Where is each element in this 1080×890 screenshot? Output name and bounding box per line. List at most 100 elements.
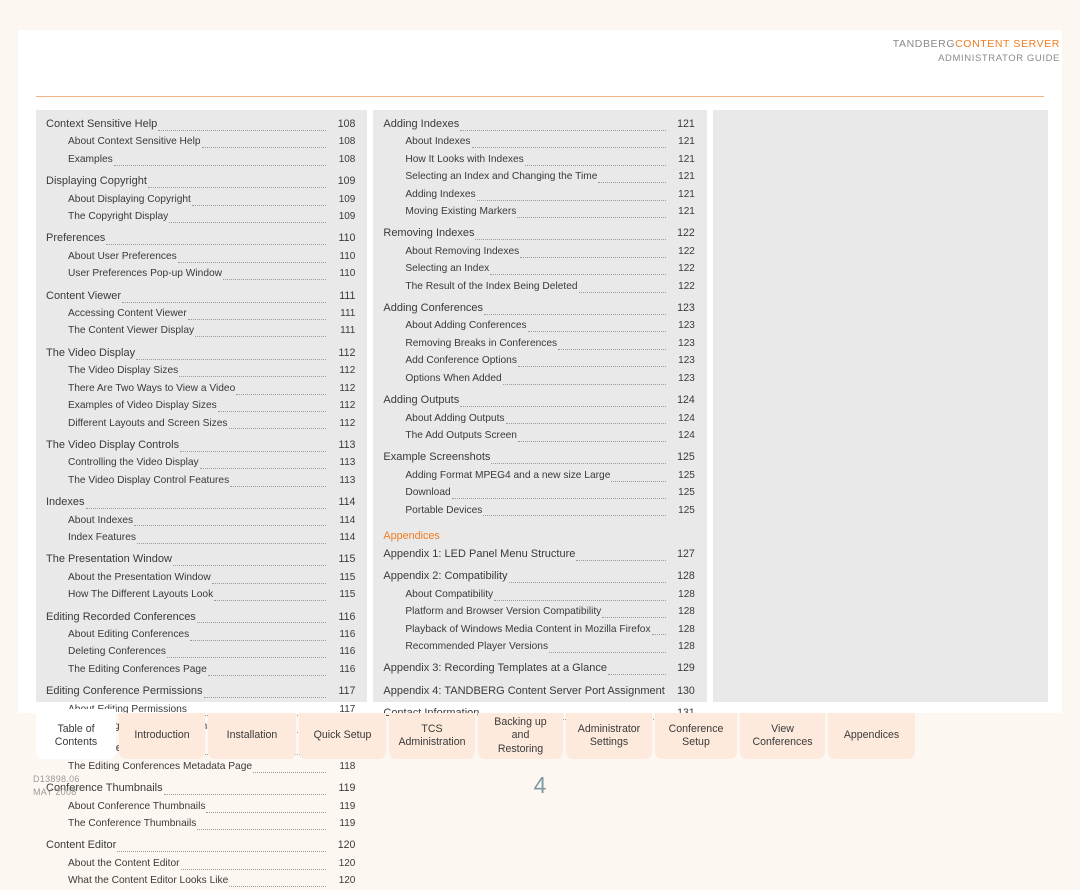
toc-entry[interactable]: Adding Indexes 121 [383, 116, 695, 133]
toc-leader-dots [201, 146, 327, 149]
toc-entry[interactable]: Examples of Video Display Sizes 112 [46, 397, 355, 414]
tab-conference-setup[interactable]: Conference Setup [655, 713, 737, 759]
toc-entry[interactable]: The Editing Conferences Page 116 [46, 661, 355, 678]
toc-entry[interactable]: About Removing Indexes 122 [383, 243, 695, 260]
toc-entry[interactable]: About Editing Conferences 116 [46, 626, 355, 643]
toc-entry[interactable]: Index Features 114 [46, 529, 355, 546]
toc-entry[interactable]: Removing Breaks in Conferences 123 [383, 335, 695, 352]
toc-entry-title: About User Preferences [68, 250, 177, 262]
toc-entry[interactable]: About Compatibility 128 [383, 586, 695, 603]
toc-entry[interactable]: The Add Outputs Screen 124 [383, 427, 695, 444]
toc-entry-title: Content Viewer [46, 289, 122, 302]
toc-entry[interactable]: The Copyright Display 109 [46, 208, 355, 225]
toc-leader-dots [476, 199, 666, 201]
toc-entry[interactable]: Preferences 110 [46, 230, 355, 247]
toc-entry[interactable]: The Video Display Controls 113 [46, 437, 355, 454]
toc-entry[interactable]: Context Sensitive Help 108 [46, 116, 355, 133]
toc-entry[interactable]: Add Conference Options 123 [383, 352, 695, 369]
tab-label: View Conferences [752, 722, 813, 749]
toc-entry[interactable]: User Preferences Pop-up Window 110 [46, 265, 355, 282]
toc-entry-page: 112 [339, 365, 356, 377]
toc-entry[interactable]: Appendix 3: Recording Templates at a Gla… [383, 660, 695, 677]
toc-entry[interactable]: Options When Added 123 [383, 370, 695, 387]
toc-entry[interactable]: How The Different Layouts Look 115 [46, 586, 355, 603]
toc-entry[interactable]: About Indexes 114 [46, 512, 355, 529]
toc-entry[interactable]: How It Looks with Indexes 121 [383, 151, 695, 168]
tab-administrator-settings[interactable]: Administrator Settings [566, 713, 652, 759]
toc-entry[interactable]: Adding Format MPEG4 and a new size Large… [383, 467, 695, 484]
toc-entry[interactable]: Selecting an Index and Changing the Time… [383, 168, 695, 185]
toc-leader-dots [483, 514, 666, 517]
toc-entry[interactable]: Appendix 1: LED Panel Menu Structure 127 [383, 546, 695, 563]
toc-entry-title: The Result of the Index Being Deleted [405, 280, 578, 292]
toc-entry[interactable]: About Adding Outputs 124 [383, 410, 695, 427]
toc-entry-title: Removing Breaks in Conferences [405, 337, 558, 349]
toc-entry[interactable]: About User Preferences 110 [46, 248, 355, 265]
toc-entry[interactable]: Accessing Content Viewer 111 [46, 305, 355, 322]
toc-entry-title: Selecting an Index and Changing the Time [405, 171, 598, 183]
toc-entry[interactable]: Editing Recorded Conferences 116 [46, 609, 355, 626]
toc-entry[interactable]: About the Presentation Window 115 [46, 569, 355, 586]
toc-leader-dots [217, 410, 327, 412]
toc-entry[interactable]: Indexes 114 [46, 494, 355, 511]
toc-entry[interactable]: Recommended Player Versions 128 [383, 638, 695, 655]
toc-entry-page: 120 [338, 875, 356, 887]
toc-entry[interactable]: Content Viewer 111 [46, 288, 355, 305]
tab-appendices[interactable]: Appendices [828, 713, 915, 759]
toc-entry[interactable]: Content Editor 120 [46, 837, 355, 854]
tab-introduction[interactable]: Introduction [119, 713, 205, 759]
toc-entry[interactable]: About Displaying Copyright 109 [46, 191, 355, 208]
tab-quick-setup[interactable]: Quick Setup [299, 713, 386, 759]
toc-entry-page: 112 [339, 382, 356, 394]
tab-table-of-contents[interactable]: Table of Contents [36, 709, 116, 759]
tab-tcs-administration[interactable]: TCS Administration [389, 713, 475, 759]
toc-entry[interactable]: Selecting an Index 122 [383, 260, 695, 277]
tab-installation[interactable]: Installation [208, 713, 296, 759]
toc-entry[interactable]: The Video Display Sizes 112 [46, 362, 355, 379]
toc-entry[interactable]: Different Layouts and Screen Sizes 112 [46, 415, 355, 432]
toc-entry[interactable]: Adding Outputs 124 [383, 392, 695, 409]
toc-entry[interactable]: About Indexes 121 [383, 133, 695, 150]
toc-entry-page: 109 [338, 211, 356, 223]
toc-entry-title: About Indexes [68, 514, 134, 526]
toc-entry[interactable]: There Are Two Ways to View a Video 112 [46, 380, 355, 397]
toc-leader-dots [517, 440, 666, 442]
toc-entry[interactable]: About Adding Conferences 123 [383, 317, 695, 334]
toc-entry[interactable]: Examples 108 [46, 151, 355, 168]
toc-entry[interactable]: The Result of the Index Being Deleted 122 [383, 278, 695, 295]
toc-entry[interactable]: Appendix 4: TANDBERG Content Server Port… [383, 683, 694, 700]
toc-entry[interactable]: The Video Display 112 [46, 345, 355, 362]
toc-entry[interactable]: The Presentation Window 115 [46, 551, 355, 568]
toc-entry[interactable]: Appendix 2: Compatibility 128 [383, 568, 695, 585]
toc-entry[interactable]: Playback of Windows Media Content in Moz… [383, 621, 695, 638]
toc-entry[interactable]: Displaying Copyright 109 [46, 173, 355, 190]
toc-leader-dots [236, 393, 327, 395]
toc-entry-title: The Video Display Sizes [68, 365, 179, 377]
toc-entry-title: Example Screenshots [383, 451, 491, 464]
toc-entry[interactable]: Controlling the Video Display 113 [46, 454, 355, 471]
toc-entry[interactable]: The Video Display Control Features 113 [46, 472, 355, 489]
toc-entry[interactable]: The Content Viewer Display 111 [46, 322, 355, 339]
toc-leader-dots [106, 243, 327, 246]
toc-entry[interactable]: Portable Devices 125 [383, 502, 695, 519]
toc-entry[interactable]: Removing Indexes 122 [383, 225, 695, 242]
toc-entry[interactable]: Adding Conferences 123 [383, 300, 695, 317]
toc-entry[interactable]: About Context Sensitive Help 108 [46, 133, 355, 150]
toc-entry-title: About the Content Editor [68, 857, 180, 869]
toc-entry[interactable]: Platform and Browser Version Compatibili… [383, 603, 695, 620]
toc-column-left: Context Sensitive Help 108 About Context S… [36, 110, 368, 888]
toc-entry[interactable]: Deleting Conferences 116 [46, 643, 355, 660]
toc-entry[interactable]: Example Screenshots 125 [383, 449, 695, 466]
toc-entry[interactable]: Editing Conference Permissions 117 [46, 683, 355, 700]
toc-entry[interactable]: Adding Indexes 121 [383, 186, 695, 203]
toc-entry[interactable]: Moving Existing Markers 121 [383, 203, 695, 220]
toc-entry[interactable]: About Conference Thumbnails 119 [46, 798, 355, 815]
section-tab-bar[interactable]: Table of Contents Introduction Installation… [36, 709, 1048, 761]
tab-backing-up-and-restoring[interactable]: Backing up and Restoring [478, 713, 563, 759]
toc-entry[interactable]: Download 125 [383, 484, 695, 501]
toc-entry[interactable]: The Conference Thumbnails 119 [46, 815, 355, 832]
tab-view-conferences[interactable]: View Conferences [740, 713, 825, 759]
toc-entry[interactable]: What the Content Editor Looks Like 120 [46, 872, 355, 889]
toc-entry[interactable]: About the Content Editor 120 [46, 855, 355, 872]
toc-leader-dots [180, 868, 327, 870]
